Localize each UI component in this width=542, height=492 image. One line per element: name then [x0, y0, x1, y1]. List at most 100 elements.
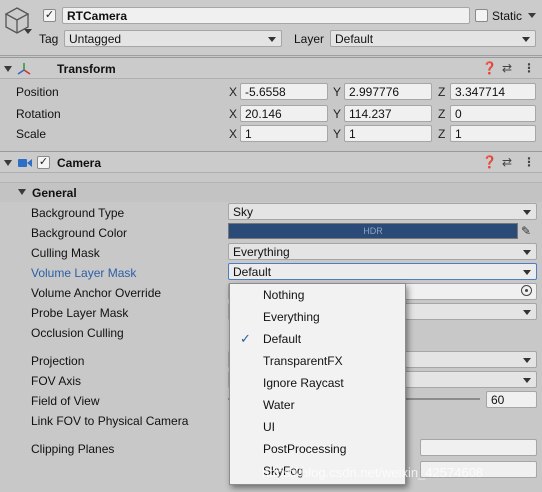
menu-item-nothing[interactable]: Nothing	[230, 284, 405, 306]
gameobject-name-input[interactable]: RTCamera	[62, 7, 470, 24]
field-of-view-label: Field of View	[31, 394, 100, 408]
layer-mask-popup-menu: Nothing Everything ✓ Default Transparent…	[229, 283, 406, 485]
transform-axes-icon	[16, 61, 32, 80]
clipping-planes-label: Clipping Planes	[31, 442, 115, 456]
background-type-dropdown[interactable]: Sky	[228, 203, 537, 220]
tag-dropdown[interactable]: Untagged	[64, 30, 282, 47]
checkmark-icon: ✓	[240, 331, 251, 346]
menu-item-default[interactable]: ✓ Default	[230, 328, 405, 350]
position-z-axis[interactable]: Z	[438, 85, 445, 99]
preset-icon[interactable]: ⇄	[502, 61, 512, 75]
position-x-field[interactable]: -5.6558	[240, 83, 328, 100]
background-type-value: Sky	[233, 205, 254, 219]
position-z-field[interactable]: 3.347714	[450, 83, 536, 100]
rotation-y-axis[interactable]: Y	[333, 107, 341, 121]
camera-foldout-arrow[interactable]	[4, 160, 12, 166]
menu-item-label: Water	[263, 398, 295, 412]
layer-value: Default	[335, 32, 374, 46]
camera-header[interactable]: ✓ Camera ❓ ⇄ ⋮	[0, 151, 542, 173]
watermark-text: https://blog.csdn.net/weixin_42574608	[262, 465, 484, 480]
chevron-down-icon	[523, 270, 531, 275]
camera-title: Camera	[57, 156, 102, 170]
position-x-axis[interactable]: X	[229, 85, 237, 99]
menu-item-label: Everything	[263, 310, 320, 324]
object-picker-icon[interactable]	[521, 285, 532, 296]
background-type-label: Background Type	[31, 206, 125, 220]
general-section-title: General	[32, 186, 77, 200]
kebab-menu-icon[interactable]: ⋮	[523, 155, 535, 169]
menu-item-postprocessing[interactable]: PostProcessing	[230, 438, 405, 460]
transform-title: Transform	[57, 62, 116, 76]
static-dropdown-arrow[interactable]	[528, 13, 536, 18]
position-y-field[interactable]: 2.997776	[344, 83, 432, 100]
camera-enabled-checkbox[interactable]: ✓	[37, 156, 50, 169]
menu-item-label: Nothing	[263, 288, 305, 302]
scale-y-axis[interactable]: Y	[333, 127, 341, 141]
chevron-down-icon	[523, 378, 531, 383]
transform-body: Position X -5.6558 Y 2.997776 Z 3.347714…	[0, 80, 542, 146]
camera-icon	[17, 157, 33, 172]
fov-axis-label: FOV Axis	[31, 374, 82, 388]
probe-layer-label: Probe Layer Mask	[31, 306, 129, 320]
culling-mask-value: Everything	[233, 245, 290, 259]
menu-item-label: Ignore Raycast	[263, 376, 344, 390]
tag-value: Untagged	[69, 32, 122, 46]
layer-dropdown[interactable]: Default	[330, 30, 536, 47]
layer-label: Layer	[294, 32, 325, 46]
scale-x-field[interactable]: 1	[240, 125, 328, 142]
camera-general-header[interactable]: General	[0, 182, 542, 202]
help-icon[interactable]: ❓	[482, 155, 497, 169]
menu-item-everything[interactable]: Everything	[230, 306, 405, 328]
volume-layer-mask-dropdown[interactable]: Default	[228, 263, 537, 280]
clipping-near-field[interactable]	[420, 439, 537, 456]
volume-anchor-label: Volume Anchor Override	[31, 286, 162, 300]
menu-item-label: UI	[263, 420, 275, 434]
scale-y-field[interactable]: 1	[344, 125, 432, 142]
menu-item-label: Default	[263, 332, 302, 346]
kebab-menu-icon[interactable]: ⋮	[523, 61, 535, 75]
rotation-x-field[interactable]: 20.146	[240, 105, 328, 122]
menu-item-label: PostProcessing	[263, 442, 347, 456]
position-y-axis[interactable]: Y	[333, 85, 341, 99]
rotation-z-field[interactable]: 0	[450, 105, 536, 122]
menu-item-ui[interactable]: UI	[230, 416, 405, 438]
chevron-down-icon	[523, 250, 531, 255]
active-checkbox[interactable]: ✓	[43, 9, 56, 22]
menu-item-transparentfx[interactable]: TransparentFX	[230, 350, 405, 372]
position-label: Position	[16, 85, 59, 99]
culling-mask-label: Culling Mask	[31, 246, 100, 260]
rotation-x-axis[interactable]: X	[229, 107, 237, 121]
scale-x-axis[interactable]: X	[229, 127, 237, 141]
scale-z-axis[interactable]: Z	[438, 127, 445, 141]
help-icon[interactable]: ❓	[482, 61, 497, 75]
menu-item-water[interactable]: Water	[230, 394, 405, 416]
gameobject-icon-dropdown-arrow[interactable]	[24, 29, 32, 34]
general-foldout-arrow[interactable]	[18, 189, 26, 195]
rotation-label: Rotation	[16, 107, 61, 121]
rotation-z-axis[interactable]: Z	[438, 107, 445, 121]
menu-item-label: TransparentFX	[263, 354, 343, 368]
background-color-swatch[interactable]: HDR	[228, 223, 518, 239]
eyedropper-icon[interactable]: ✎	[521, 224, 531, 238]
menu-item-ignore-raycast[interactable]: Ignore Raycast	[230, 372, 405, 394]
static-checkbox[interactable]	[475, 9, 488, 22]
volume-layer-mask-label: Volume Layer Mask	[31, 266, 137, 280]
preset-icon[interactable]: ⇄	[502, 155, 512, 169]
gameobject-cube-icon	[4, 6, 30, 39]
rotation-y-field[interactable]: 114.237	[344, 105, 432, 122]
chevron-down-icon	[523, 210, 531, 215]
transform-header[interactable]: Transform ❓ ⇄ ⋮	[0, 57, 542, 79]
gameobject-header: ✓ RTCamera Static Tag Untagged Layer Def…	[0, 0, 542, 56]
static-label: Static	[492, 9, 523, 23]
volume-layer-mask-value: Default	[233, 265, 272, 279]
scale-z-field[interactable]: 1	[450, 125, 536, 142]
chevron-down-icon	[268, 37, 276, 42]
scale-label: Scale	[16, 127, 47, 141]
projection-label: Projection	[31, 354, 85, 368]
culling-mask-dropdown[interactable]: Everything	[228, 243, 537, 260]
transform-foldout-arrow[interactable]	[4, 66, 12, 72]
chevron-down-icon	[522, 37, 530, 42]
occlusion-culling-label: Occlusion Culling	[31, 326, 124, 340]
chevron-down-icon	[523, 310, 531, 315]
fov-value-field[interactable]: 60	[486, 391, 537, 408]
